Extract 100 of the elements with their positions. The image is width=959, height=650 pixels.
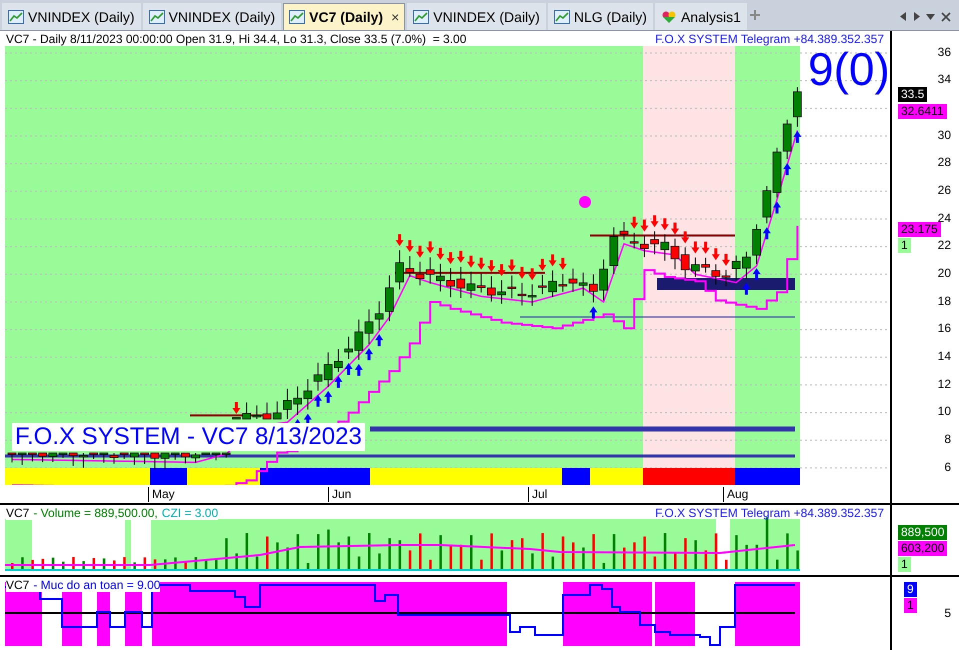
scroll-left-icon[interactable]	[900, 12, 907, 22]
candlestick	[650, 230, 659, 254]
candlestick	[701, 256, 710, 273]
sell-arrow	[671, 222, 679, 234]
buy-arrow	[742, 282, 750, 294]
sell-arrow	[467, 255, 475, 268]
axis-label: 10	[938, 404, 951, 418]
sell-arrow	[691, 241, 700, 254]
sell-arrow	[558, 258, 567, 270]
buy-arrow	[773, 201, 781, 214]
chart-tab[interactable]: Analysis1	[654, 2, 747, 30]
candlestick	[262, 402, 272, 420]
candlestick	[630, 232, 639, 249]
signal-text: F.O.X SYSTEM Telegram +84.389.352.357	[655, 506, 884, 520]
month-label: Jun	[328, 486, 352, 502]
sell-arrow	[416, 245, 424, 258]
sell-arrow	[477, 257, 486, 270]
chart-icon	[289, 10, 306, 24]
axis-label: 34	[938, 72, 951, 86]
signal-text: F.O.X SYSTEM Telegram +84.389.352.357	[655, 32, 884, 46]
system-banner: F.O.X SYSTEM - VC7 8/13/2023	[12, 422, 365, 451]
axis-label: 20	[938, 266, 951, 280]
candlestick	[599, 258, 608, 301]
candlestick	[150, 452, 160, 470]
buy-arrow	[752, 268, 761, 280]
chart-tab[interactable]: NLG (Daily)	[548, 2, 653, 30]
safety-tag: 9	[904, 582, 917, 597]
sell-arrow	[660, 218, 669, 230]
price-tag: 32.6411	[898, 104, 946, 119]
candlestick	[528, 283, 537, 306]
volume-tag: 603,200	[898, 541, 948, 556]
close-icon[interactable]	[941, 12, 951, 22]
sell-arrow	[702, 241, 710, 254]
axis-label: 26	[938, 182, 951, 197]
chart-icon	[413, 10, 430, 24]
candlestick	[782, 118, 792, 160]
volume-label: - Volume = 889,500.00,	[33, 506, 158, 520]
candlestick	[640, 234, 649, 258]
sell-arrow	[538, 258, 546, 271]
candlestick	[762, 185, 772, 224]
buy-arrow	[783, 162, 792, 175]
signal-dot	[579, 196, 591, 208]
sell-arrow	[640, 219, 648, 232]
candlestick	[426, 256, 435, 284]
candlestick	[252, 404, 262, 420]
candlestick	[416, 260, 424, 286]
sell-arrow	[396, 234, 404, 246]
sell-arrow	[446, 252, 455, 264]
candlestick	[446, 267, 455, 298]
chart-tab[interactable]: VNINDEX (Daily)	[407, 2, 546, 30]
price-tag: 23.175	[898, 222, 941, 237]
sell-arrow	[548, 254, 557, 266]
candlestick	[538, 274, 547, 294]
sell-arrow	[712, 248, 720, 260]
axis-label: 8	[944, 432, 951, 446]
chart-icon	[8, 10, 24, 24]
candlestick	[28, 452, 37, 462]
sell-arrow	[681, 231, 690, 243]
month-label: Aug	[723, 486, 748, 502]
sell-arrow	[498, 264, 506, 276]
buy-arrow	[334, 376, 342, 388]
chart-tab[interactable]: VC7 (Daily) ×	[283, 2, 406, 30]
buy-arrow	[324, 390, 332, 403]
candlestick	[466, 270, 476, 298]
dropdown-icon[interactable]	[926, 14, 935, 20]
candlestick	[8, 452, 16, 463]
candlestick	[670, 238, 680, 270]
price-tag: 33.5	[898, 86, 928, 102]
candlestick	[456, 266, 466, 298]
axis-label: 12	[938, 376, 951, 391]
candlestick	[711, 263, 720, 285]
month-label: May	[148, 486, 175, 502]
candlestick	[589, 273, 598, 303]
candlestick	[140, 452, 149, 464]
safety-label: - Muc do an toan = 9.00	[33, 578, 160, 592]
candlestick	[568, 268, 578, 292]
axis-label: 36	[938, 44, 951, 59]
sell-arrow	[518, 266, 526, 279]
close-icon[interactable]: ×	[391, 8, 400, 25]
candlestick	[518, 282, 526, 306]
sell-arrow	[232, 402, 240, 414]
sell-arrow	[426, 241, 434, 254]
volume-tag: 1	[898, 557, 911, 572]
buy-arrow	[762, 227, 771, 239]
sell-arrow	[406, 240, 414, 252]
candlestick	[476, 272, 486, 293]
quote-header: VC7 - Daily 8/11/2023 00:00:00 Open 31.9, Hi 34.4, Lo 31.3, Close 33.5 (7.0%) = 3.00	[6, 32, 466, 46]
sell-arrow	[487, 260, 496, 272]
count-label: 9(0)	[808, 46, 890, 92]
chart-icon	[554, 10, 570, 24]
candlestick	[364, 308, 374, 344]
scroll-right-icon[interactable]	[913, 12, 920, 22]
axis-label: 18	[938, 294, 951, 308]
chart-tab[interactable]: VNINDEX (Daily)	[2, 2, 141, 30]
candlestick	[38, 452, 47, 462]
axis-label: 28	[938, 155, 951, 170]
buy-arrow	[375, 334, 384, 346]
axis-label: 5	[944, 606, 951, 620]
chart-tab[interactable]: VNINDEX (Daily)	[142, 2, 282, 30]
candlestick	[293, 386, 302, 416]
